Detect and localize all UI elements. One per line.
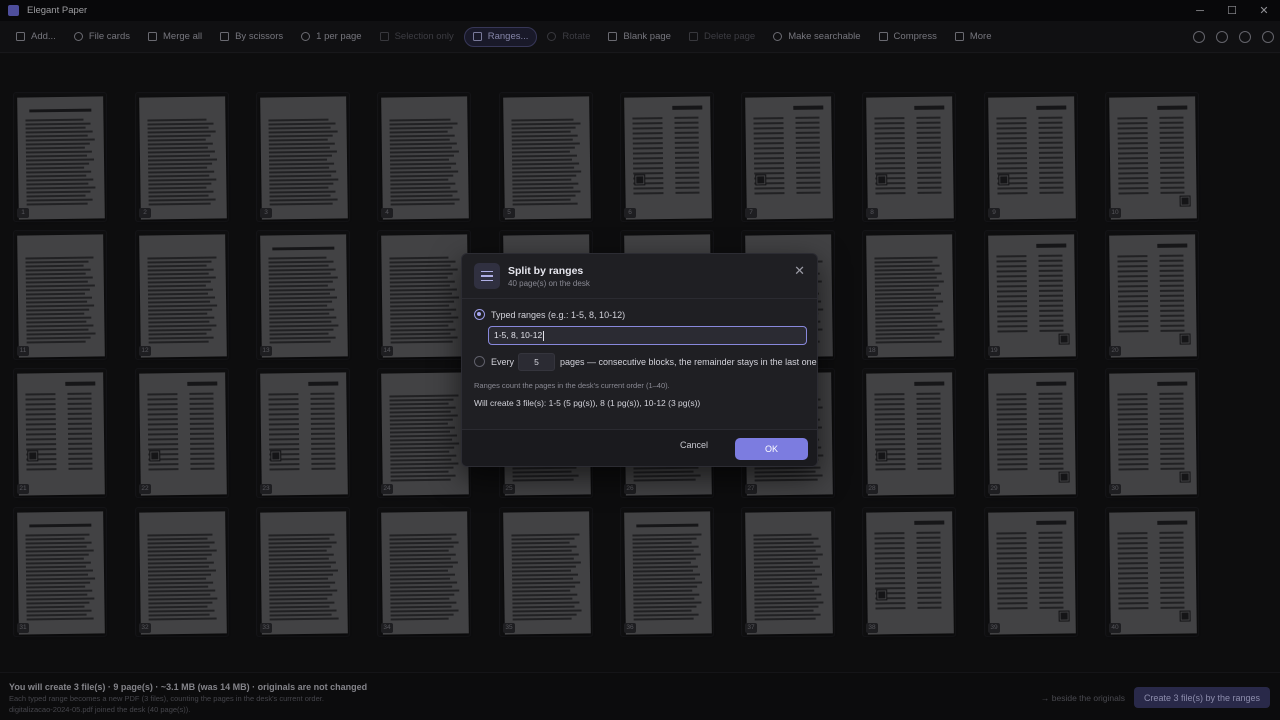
every-n-input[interactable]: 5 bbox=[518, 353, 555, 371]
sliders-icon bbox=[474, 263, 500, 289]
dialog-subtitle: 40 page(s) on the desk bbox=[508, 279, 590, 288]
every-label: Every bbox=[491, 357, 515, 367]
dialog-close-button[interactable]: ✕ bbox=[794, 263, 805, 279]
typed-ranges-label: Typed ranges (e.g.: 1-5, 8, 10-12) bbox=[491, 310, 626, 320]
split-by-ranges-dialog: Split by ranges 40 page(s) on the desk ✕… bbox=[461, 253, 818, 467]
every-suffix-label: pages — consecutive blocks, the remainde… bbox=[560, 357, 817, 367]
ok-button[interactable]: OK bbox=[735, 438, 808, 460]
ranges-input[interactable]: 1-5, 8, 10-12 bbox=[488, 326, 807, 345]
ranges-hint: Ranges count the pages in the desk's cur… bbox=[474, 381, 670, 390]
ranges-value: 1-5, 8, 10-12 bbox=[494, 330, 543, 340]
radio-typed-ranges[interactable] bbox=[474, 309, 485, 320]
dialog-header: Split by ranges 40 page(s) on the desk ✕ bbox=[462, 254, 817, 299]
cancel-button[interactable]: Cancel bbox=[680, 440, 708, 450]
will-create-summary: Will create 3 file(s): 1-5 (5 pg(s)), 8 … bbox=[474, 398, 701, 408]
dialog-title: Split by ranges bbox=[508, 265, 584, 277]
dialog-footer: Cancel OK bbox=[462, 429, 817, 466]
radio-every-n-pages[interactable] bbox=[474, 356, 485, 367]
